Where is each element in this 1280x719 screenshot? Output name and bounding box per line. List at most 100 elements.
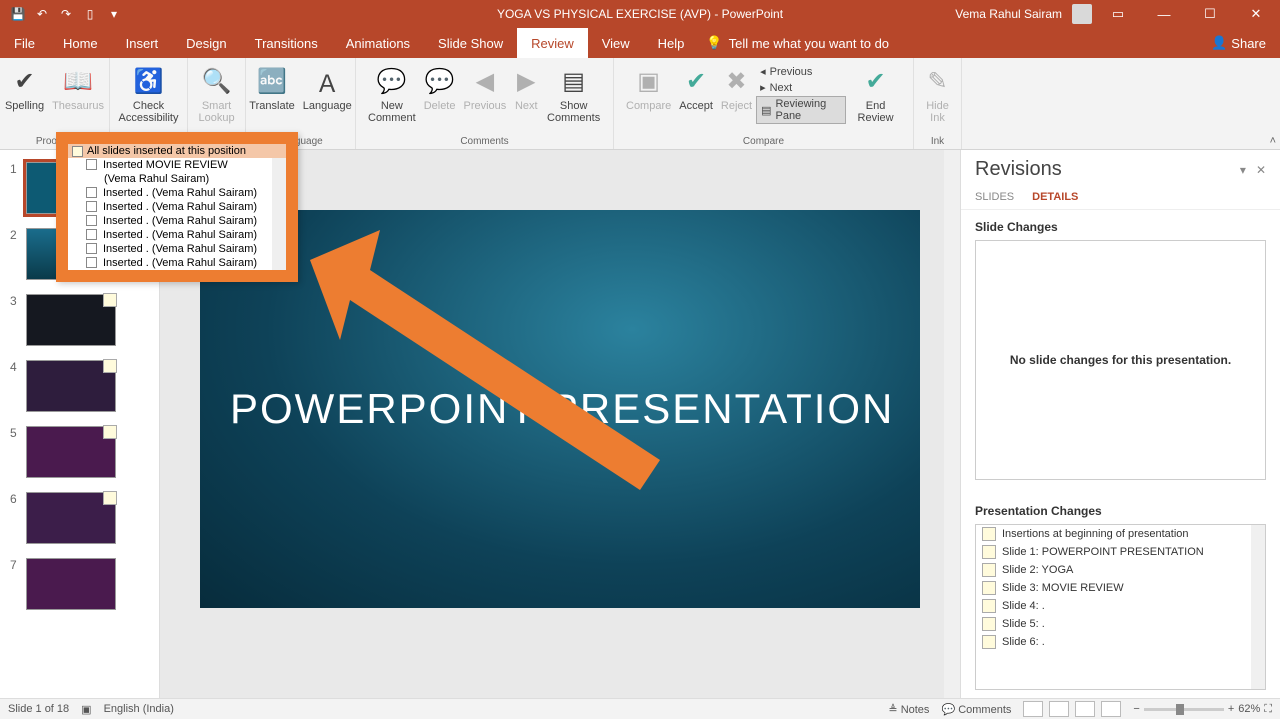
callout-row[interactable]: Inserted MOVIE REVIEW xyxy=(68,158,286,172)
change-badge-icon[interactable] xyxy=(103,491,117,505)
zoom-in-icon[interactable]: + xyxy=(1228,703,1234,715)
reviewing-pane-toggle[interactable]: ▤Reviewing Pane xyxy=(756,96,846,124)
change-row[interactable]: Insertions at beginning of presentation xyxy=(976,525,1265,543)
thumb-4[interactable] xyxy=(26,360,116,412)
tab-design[interactable]: Design xyxy=(172,28,240,58)
hide-ink-button[interactable]: ✎Hide Ink xyxy=(922,64,954,124)
checkbox-icon[interactable] xyxy=(86,159,97,170)
callout-row[interactable]: Inserted . (Vema Rahul Sairam) xyxy=(68,242,286,256)
slide-title[interactable]: POWERPOINT PRESENTATION xyxy=(230,385,894,433)
slideshow-icon[interactable]: ▯ xyxy=(78,2,102,26)
checkbox-icon[interactable] xyxy=(86,229,97,240)
callout-row[interactable]: Inserted . (Vema Rahul Sairam) xyxy=(68,186,286,200)
change-badge-icon[interactable] xyxy=(103,425,117,439)
spellcheck-status-icon[interactable]: ▣ xyxy=(81,703,91,716)
normal-view-icon[interactable] xyxy=(1023,701,1043,717)
callout-row[interactable]: (Vema Rahul Sairam) xyxy=(68,172,286,186)
ribbon-display-icon[interactable]: ▭ xyxy=(1098,0,1138,28)
translate-button[interactable]: 🔤Translate xyxy=(245,64,298,112)
redo-icon[interactable]: ↷ xyxy=(54,2,78,26)
qat-more-icon[interactable]: ▾ xyxy=(102,2,126,26)
maximize-icon[interactable]: ☐ xyxy=(1190,0,1230,28)
zoom-value[interactable]: 62% xyxy=(1238,703,1260,715)
checkbox-icon[interactable] xyxy=(86,243,97,254)
smart-lookup-button[interactable]: 🔍Smart Lookup xyxy=(194,64,238,124)
tab-review[interactable]: Review xyxy=(517,28,588,58)
checkbox-icon[interactable] xyxy=(86,201,97,212)
comments-button[interactable]: 💬 Comments xyxy=(941,703,1011,716)
previous-comment-button[interactable]: ◀Previous xyxy=(459,64,510,124)
change-row[interactable]: Slide 5: . xyxy=(976,615,1265,633)
changes-scrollbar[interactable] xyxy=(1251,525,1265,689)
tab-animations[interactable]: Animations xyxy=(332,28,424,58)
sorter-view-icon[interactable] xyxy=(1049,701,1069,717)
spelling-button[interactable]: ✔Spelling xyxy=(1,64,48,112)
collapse-ribbon-icon[interactable]: ˄ xyxy=(1270,135,1276,147)
new-comment-button[interactable]: 💬New Comment xyxy=(364,64,420,124)
checkbox-icon[interactable] xyxy=(86,187,97,198)
callout-row[interactable]: Inserted . (Vema Rahul Sairam) xyxy=(68,214,286,228)
change-badge-icon[interactable] xyxy=(103,359,117,373)
tab-help[interactable]: Help xyxy=(644,28,699,58)
zoom-slider[interactable] xyxy=(1144,708,1224,711)
close-icon[interactable]: ✕ xyxy=(1236,0,1276,28)
change-badge-icon[interactable] xyxy=(103,293,117,307)
pane-close-icon[interactable]: ✕ xyxy=(1256,163,1266,177)
change-row[interactable]: Slide 1: POWERPOINT PRESENTATION xyxy=(976,543,1265,561)
share-button[interactable]: 👤Share xyxy=(1211,35,1266,51)
change-row[interactable]: Slide 2: YOGA xyxy=(976,561,1265,579)
accept-button[interactable]: ✔Accept xyxy=(675,64,717,124)
undo-icon[interactable]: ↶ xyxy=(30,2,54,26)
thumb-7[interactable] xyxy=(26,558,116,610)
slide-canvas[interactable]: POWERPOINT PRESENTATION xyxy=(200,210,920,608)
stage-scrollbar[interactable] xyxy=(944,150,960,698)
thumb-6[interactable] xyxy=(26,492,116,544)
rev-tab-slides[interactable]: SLIDES xyxy=(975,185,1014,209)
compare-button[interactable]: ▣Compare xyxy=(622,64,675,124)
thumb-5[interactable] xyxy=(26,426,116,478)
show-comments-button[interactable]: ▤Show Comments xyxy=(542,64,605,124)
accessibility-button[interactable]: ♿Check Accessibility xyxy=(115,64,183,124)
checkbox-icon[interactable] xyxy=(86,215,97,226)
change-icon xyxy=(982,581,996,595)
save-icon[interactable]: 💾 xyxy=(6,2,30,26)
thumb-3[interactable] xyxy=(26,294,116,346)
rev-next[interactable]: ▸Next xyxy=(756,80,846,95)
notes-button[interactable]: ≜ Notes xyxy=(888,703,929,716)
user-name[interactable]: Vema Rahul Sairam xyxy=(955,7,1062,21)
reject-button[interactable]: ✖Reject xyxy=(717,64,756,124)
thesaurus-button[interactable]: 📖Thesaurus xyxy=(48,64,108,112)
avatar[interactable] xyxy=(1072,4,1092,24)
tab-slideshow[interactable]: Slide Show xyxy=(424,28,517,58)
callout-row[interactable]: Inserted . (Vema Rahul Sairam) xyxy=(68,200,286,214)
zoom-out-icon[interactable]: − xyxy=(1133,703,1139,715)
language-button[interactable]: ＡLanguage xyxy=(299,64,356,112)
callout-scrollbar[interactable] xyxy=(272,158,286,270)
tab-insert[interactable]: Insert xyxy=(112,28,173,58)
change-row[interactable]: Slide 4: . xyxy=(976,597,1265,615)
tell-me[interactable]: 💡Tell me what you want to do xyxy=(706,35,889,51)
end-review-button[interactable]: ✔End Review xyxy=(846,64,905,124)
slideshow-view-icon[interactable] xyxy=(1101,701,1121,717)
rev-previous[interactable]: ◂Previous xyxy=(756,64,846,79)
checkbox-icon[interactable] xyxy=(86,257,97,268)
change-row[interactable]: Slide 6: . xyxy=(976,633,1265,651)
tab-view[interactable]: View xyxy=(588,28,644,58)
reading-view-icon[interactable] xyxy=(1075,701,1095,717)
fit-icon[interactable]: ⛶ xyxy=(1264,703,1272,716)
checkbox-icon[interactable] xyxy=(72,146,83,157)
next-comment-button[interactable]: ▶Next xyxy=(510,64,542,124)
delete-comment-button[interactable]: 💬Delete xyxy=(420,64,460,124)
language-status[interactable]: English (India) xyxy=(104,703,174,715)
callout-row[interactable]: Inserted . (Vema Rahul Sairam) xyxy=(68,228,286,242)
tab-home[interactable]: Home xyxy=(49,28,112,58)
pane-options-icon[interactable]: ▾ xyxy=(1240,163,1246,177)
tab-file[interactable]: File xyxy=(0,28,49,58)
rev-tab-details[interactable]: DETAILS xyxy=(1032,185,1078,209)
minimize-icon[interactable]: — xyxy=(1144,0,1184,28)
callout-header[interactable]: All slides inserted at this position xyxy=(68,144,286,158)
change-row[interactable]: Slide 3: MOVIE REVIEW xyxy=(976,579,1265,597)
slide-count[interactable]: Slide 1 of 18 xyxy=(8,703,69,715)
callout-row[interactable]: Inserted . (Vema Rahul Sairam) xyxy=(68,256,286,270)
tab-transitions[interactable]: Transitions xyxy=(241,28,332,58)
